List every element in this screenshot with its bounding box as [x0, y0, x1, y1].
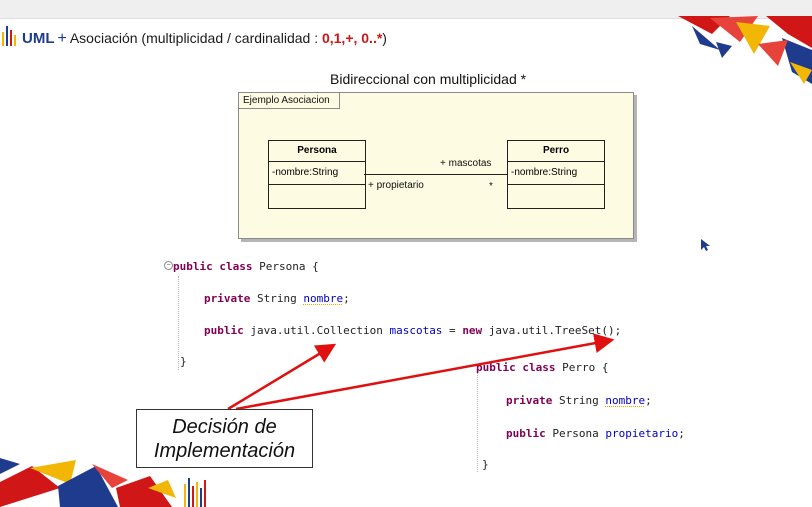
callout-line-2: Implementación: [153, 440, 296, 462]
slide-title: UML + Asociación (multiplicidad / cardinal…: [22, 30, 387, 48]
logo-bars-icon: [2, 26, 16, 46]
class-attribute: -nombre:String: [508, 162, 604, 185]
collapse-toggle-icon[interactable]: −: [164, 261, 173, 270]
persona-field-nombre: private String nombre;: [204, 292, 350, 305]
perro-field-nombre: private String nombre;: [506, 394, 652, 407]
class-persona: Persona -nombre:String: [268, 140, 366, 209]
plus-sign: +: [57, 30, 67, 47]
persona-class-decl: public class Persona {: [173, 260, 319, 273]
indent-guide: [477, 364, 478, 472]
mouse-cursor-icon: [701, 239, 710, 251]
role-mascotas: + mascotas: [440, 158, 492, 169]
persona-close-brace: }: [180, 355, 187, 368]
callout-line-1: Decisión de: [172, 416, 277, 438]
multiplicity-star: *: [489, 181, 493, 192]
title-close-paren: ): [382, 30, 387, 46]
perro-field-propietario: public Persona propietario;: [506, 427, 685, 440]
role-propietario: + propietario: [368, 180, 424, 191]
class-attribute: -nombre:String: [269, 162, 365, 185]
perro-class-decl: public class Perro {: [476, 361, 609, 374]
decorative-corner-art: [678, 16, 812, 84]
class-name: Persona: [269, 141, 365, 162]
diagram-title: Bidireccional con multiplicidad *: [330, 71, 527, 87]
arrow-to-collection: [227, 343, 337, 411]
frame-label: Ejemplo Asociacion: [239, 93, 340, 109]
class-name: Perro: [508, 141, 604, 162]
uml-label: UML: [22, 30, 55, 47]
class-perro: Perro -nombre:String: [507, 140, 605, 209]
persona-field-mascotas: public java.util.Collection mascotas = n…: [204, 324, 622, 337]
association-line: [364, 174, 507, 175]
indent-guide: [178, 276, 179, 370]
implementation-decision-callout: Decisión de Implementación: [136, 409, 313, 468]
multiplicity-values: 0,1,+, 0..*: [321, 30, 383, 46]
perro-close-brace: }: [482, 458, 489, 471]
title-text: Asociación (multiplicidad / cardinalidad…: [69, 30, 322, 46]
